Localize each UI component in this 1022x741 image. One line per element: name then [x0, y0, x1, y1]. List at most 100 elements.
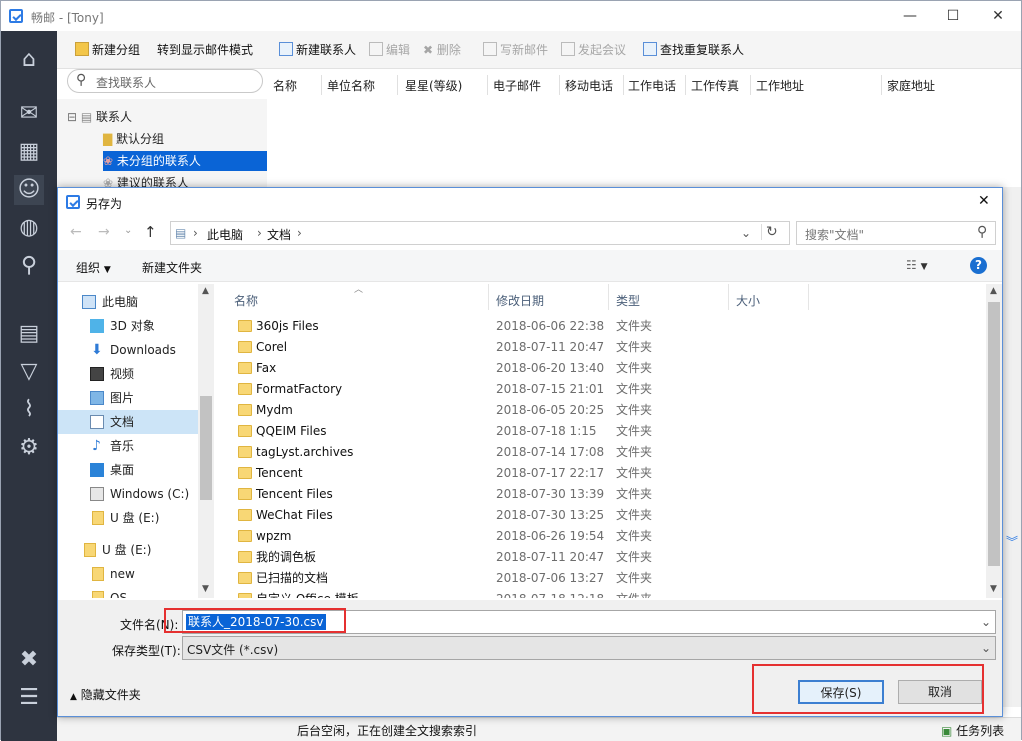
file-rows: 360js Files 2018-06-06 22:38 文件夹 Corel 2018-…: [214, 316, 986, 598]
view-options-icon[interactable]: ☷ ▼: [906, 258, 928, 272]
file-row[interactable]: tagLyst.archives 2018-07-14 17:08 文件夹: [236, 442, 796, 463]
filetype-select[interactable]: CSV文件 (*.csv) ⌄: [182, 636, 996, 660]
file-row[interactable]: 360js Files 2018-06-06 22:38 文件夹: [236, 316, 796, 337]
recent-locations-icon[interactable]: ⌄: [124, 225, 132, 236]
address-dropdown-icon[interactable]: ⌄: [741, 226, 751, 240]
meeting-button[interactable]: 发起会议: [561, 41, 626, 58]
file-row[interactable]: Corel 2018-07-11 20:47 文件夹: [236, 337, 796, 358]
file-list-scrollbar[interactable]: ▲ ▼: [986, 284, 1002, 598]
tree-root-contacts[interactable]: ⊟ ▤ 联系人: [67, 107, 132, 127]
contact-search-input[interactable]: ⚲ 查找联系人: [67, 69, 263, 93]
nav-pictures[interactable]: 图片: [58, 386, 198, 410]
delete-button[interactable]: ✖ 删除: [423, 41, 461, 58]
nav-windows-c[interactable]: Windows (C:): [58, 482, 198, 506]
tree-item-default-group[interactable]: ▇ 默认分组: [103, 129, 164, 149]
mail-icon[interactable]: ✉: [14, 99, 44, 129]
col-mobile[interactable]: 移动电话: [565, 77, 613, 94]
file-name: Tencent Files: [256, 487, 333, 501]
col-name[interactable]: 名称: [273, 77, 297, 94]
dialog-close-button[interactable]: ✕: [978, 193, 990, 209]
filter-icon[interactable]: ▽: [14, 357, 44, 387]
nav-this-pc[interactable]: 此电脑: [58, 290, 198, 314]
hide-folders-toggle[interactable]: ▲ 隐藏文件夹: [70, 686, 141, 703]
nav-videos[interactable]: 视频: [58, 362, 198, 386]
grid-scrollbar[interactable]: ︾: [1003, 187, 1021, 707]
menu-icon[interactable]: ☰: [14, 683, 44, 713]
delete-icon: ✖: [423, 43, 437, 57]
new-group-button[interactable]: 新建分组: [75, 41, 140, 58]
home-icon[interactable]: ⌂: [14, 45, 44, 75]
file-row[interactable]: 自定义 Office 模板 2018-07-18 12:18 文件夹: [236, 589, 796, 598]
dialog-title: 另存为: [86, 197, 123, 211]
file-row[interactable]: Fax 2018-06-20 13:40 文件夹: [236, 358, 796, 379]
help-icon[interactable]: ?: [970, 257, 987, 274]
dialog-search-input[interactable]: 搜索"文档" ⚲: [796, 221, 996, 245]
file-row[interactable]: Mydm 2018-06-05 20:25 文件夹: [236, 400, 796, 421]
tree-item-ungrouped[interactable]: ❀ 未分组的联系人: [103, 151, 267, 171]
switch-mail-mode-button[interactable]: 转到显示邮件模式: [157, 41, 253, 58]
nav-desktop[interactable]: 桌面: [58, 458, 198, 482]
new-folder-button[interactable]: 新建文件夹: [142, 259, 202, 276]
col-work-phone[interactable]: 工作电话: [628, 77, 676, 94]
file-row[interactable]: 已扫描的文档 2018-07-06 13:27 文件夹: [236, 568, 796, 589]
nav-os[interactable]: OS: [58, 586, 198, 598]
maximize-button[interactable]: ☐: [938, 5, 968, 27]
folder-icon: [238, 509, 252, 521]
col-home-address[interactable]: 家庭地址: [887, 77, 935, 94]
attachment-icon[interactable]: ⌇: [14, 395, 44, 425]
close-button[interactable]: ✕: [983, 5, 1013, 27]
col-email[interactable]: 电子邮件: [493, 77, 541, 94]
col-company[interactable]: 单位名称: [327, 77, 375, 94]
file-date: 2018-06-05 20:25: [496, 403, 605, 417]
minimize-button[interactable]: —: [895, 5, 925, 27]
nav-usb-e[interactable]: U 盘 (E:): [58, 506, 198, 530]
col-header-date[interactable]: 修改日期: [496, 292, 544, 309]
file-date: 2018-07-14 17:08: [496, 445, 605, 459]
globe-icon[interactable]: ◍: [14, 213, 44, 243]
breadcrumb-documents[interactable]: 文档: [267, 226, 291, 243]
write-mail-button[interactable]: 写新邮件: [483, 41, 548, 58]
nav-usb-e-root[interactable]: U 盘 (E:): [58, 538, 198, 562]
settings-icon[interactable]: ⚙: [14, 433, 44, 463]
refresh-icon[interactable]: ↻: [761, 224, 778, 240]
file-row[interactable]: FormatFactory 2018-07-15 21:01 文件夹: [236, 379, 796, 400]
organize-button[interactable]: 组织 ▼: [76, 259, 111, 276]
col-header-size[interactable]: 大小: [736, 292, 760, 309]
file-row[interactable]: Tencent 2018-07-17 22:17 文件夹: [236, 463, 796, 484]
col-stars[interactable]: 星星(等级): [405, 77, 462, 94]
up-icon[interactable]: ↑: [144, 223, 157, 241]
back-icon[interactable]: ←: [70, 224, 82, 240]
tools-icon[interactable]: ✖: [14, 645, 44, 675]
file-row[interactable]: QQEIM Files 2018-07-18 1:15 文件夹: [236, 421, 796, 442]
file-row[interactable]: 我的调色板 2018-07-11 20:47 文件夹: [236, 547, 796, 568]
new-contact-button[interactable]: 新建联系人: [279, 41, 356, 58]
file-row[interactable]: WeChat Files 2018-07-30 13:25 文件夹: [236, 505, 796, 526]
col-work-fax[interactable]: 工作传真: [691, 77, 739, 94]
nav-music[interactable]: ♪ 音乐: [58, 434, 198, 458]
file-date: 2018-07-15 21:01: [496, 382, 605, 396]
folder-icon: [238, 362, 252, 374]
folder-icon: ▇: [103, 132, 117, 146]
nav-new[interactable]: new: [58, 562, 198, 586]
forward-icon[interactable]: →: [98, 224, 110, 240]
folder-icon: [92, 591, 104, 598]
task-list-button[interactable]: ▣ 任务列表: [941, 722, 1004, 739]
address-bar[interactable]: ▤ › 此电脑 › 文档 › ⌄ ↻: [170, 221, 790, 245]
calendar-icon[interactable]: ▦: [14, 137, 44, 167]
col-work-address[interactable]: 工作地址: [756, 77, 804, 94]
find-duplicate-button[interactable]: 查找重复联系人: [643, 41, 744, 58]
contacts-icon[interactable]: ☺: [14, 175, 44, 205]
file-row[interactable]: Tencent Files 2018-07-30 13:39 文件夹: [236, 484, 796, 505]
search-icon[interactable]: ⚲: [14, 251, 44, 281]
file-name: 360js Files: [256, 319, 319, 333]
file-row[interactable]: wpzm 2018-06-26 19:54 文件夹: [236, 526, 796, 547]
col-header-type[interactable]: 类型: [616, 292, 640, 309]
nav-scrollbar[interactable]: ▲ ▼: [198, 284, 214, 598]
breadcrumb-this-pc[interactable]: 此电脑: [207, 226, 243, 243]
nav-documents[interactable]: 文档: [58, 410, 198, 434]
edit-button[interactable]: 编辑: [369, 41, 410, 58]
nav-3d-objects[interactable]: 3D 对象: [58, 314, 198, 338]
id-card-icon[interactable]: ▤: [14, 319, 44, 349]
col-header-name[interactable]: 名称: [234, 292, 258, 309]
nav-downloads[interactable]: ⬇ Downloads: [58, 338, 198, 362]
